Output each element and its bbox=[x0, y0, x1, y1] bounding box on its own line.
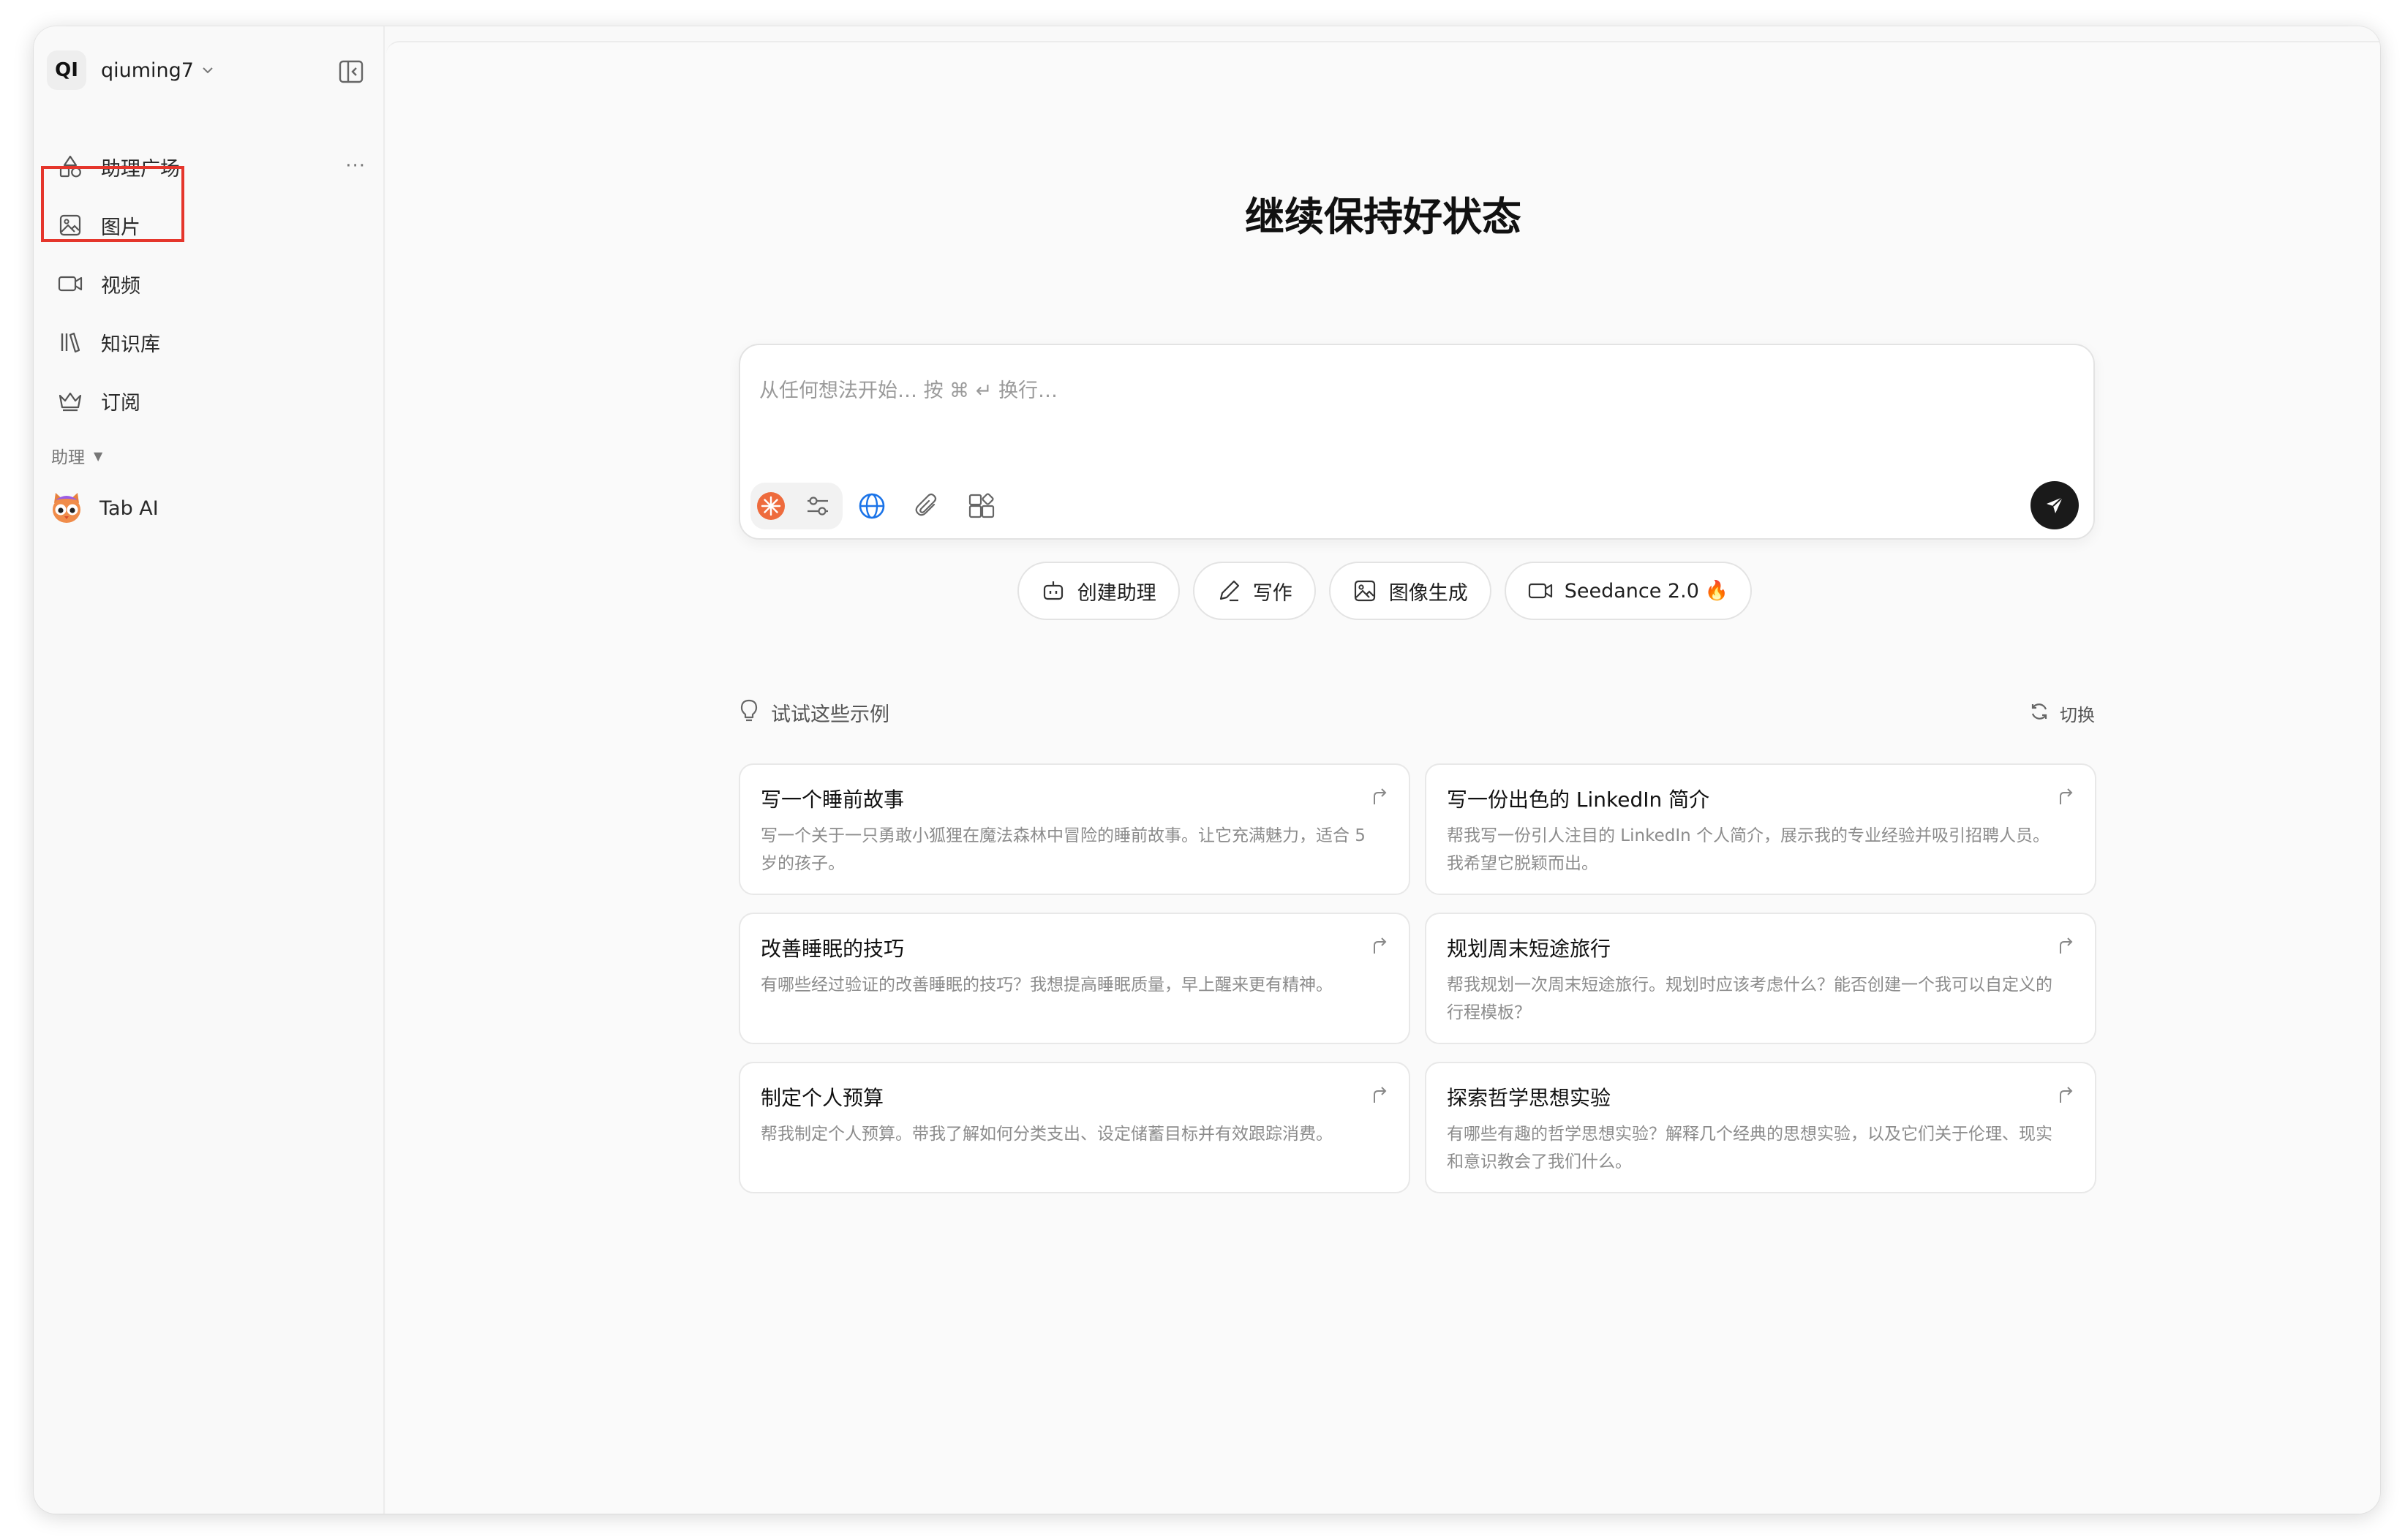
card-title: 改善睡眠的技巧 bbox=[761, 937, 905, 961]
sidebar-item-label: 订阅 bbox=[101, 391, 140, 415]
sidebar-item-subscription[interactable]: 订阅 bbox=[51, 377, 373, 424]
section-label: 助理 bbox=[51, 448, 85, 467]
model-badge-icon[interactable] bbox=[755, 490, 787, 522]
card-title: 写一份出色的 LinkedIn 简介 bbox=[1447, 788, 1710, 812]
refresh-label: 切换 bbox=[2060, 705, 2095, 725]
robot-icon bbox=[1041, 578, 1066, 603]
video-icon bbox=[56, 269, 85, 298]
card-description: 帮我制定个人预算。带我了解如何分类支出、设定储蓄目标并有效跟踪消费。 bbox=[761, 1125, 1333, 1144]
globe-icon[interactable] bbox=[856, 490, 888, 522]
example-card[interactable]: 写一个睡前故事 写一个关于一只勇敢小狐狸在魔法森林中冒险的睡前故事。让它充满魅力… bbox=[739, 763, 1410, 895]
username: qiuming7 bbox=[101, 58, 194, 82]
main-panel: 继续保持好状态 从任何想法开始… 按 ⌘ ↵ 换行… 创建助理 写作 图像生成 … bbox=[386, 41, 2380, 1514]
examples-label: 试试这些示例 bbox=[771, 703, 889, 726]
send-button[interactable] bbox=[2030, 481, 2079, 529]
image-icon bbox=[1352, 578, 1377, 603]
composer-input[interactable]: 从任何想法开始… 按 ⌘ ↵ 换行… bbox=[759, 374, 1058, 403]
card-title: 规划周末短途旅行 bbox=[1447, 937, 1611, 961]
sidebar-item-label: Tab AI bbox=[99, 497, 159, 520]
examples-header: 试试这些示例 切换 bbox=[739, 695, 2095, 730]
sidebar-item-video[interactable]: 视频 bbox=[51, 260, 373, 307]
image-generation-button[interactable]: 图像生成 bbox=[1328, 562, 1491, 620]
chat-composer[interactable]: 从任何想法开始… 按 ⌘ ↵ 换行… bbox=[739, 344, 2095, 540]
card-title: 写一个睡前故事 bbox=[761, 788, 905, 812]
apps-grid-icon[interactable] bbox=[966, 490, 998, 522]
arrow-up-right-icon bbox=[1369, 787, 1390, 807]
app-window: QI qiuming7 助理广场 ··· 图片 视频 知识库 订阅 助理 ▼ T… bbox=[34, 26, 2380, 1514]
create-assistant-button[interactable]: 创建助理 bbox=[1017, 562, 1180, 620]
example-card[interactable]: 规划周末短途旅行 帮我规划一次周末短途旅行。规划时应该考虑什么？能否创建一个我可… bbox=[1425, 913, 2096, 1044]
caret-down-icon: ▼ bbox=[94, 448, 103, 463]
video-icon bbox=[1528, 578, 1553, 603]
crown-icon bbox=[56, 386, 85, 415]
writing-button[interactable]: 写作 bbox=[1192, 562, 1316, 620]
example-cards: 写一个睡前故事 写一个关于一只勇敢小狐狸在魔法森林中冒险的睡前故事。让它充满魅力… bbox=[739, 763, 2096, 1193]
example-card[interactable]: 制定个人预算 帮我制定个人预算。带我了解如何分类支出、设定储蓄目标并有效跟踪消费… bbox=[739, 1062, 1410, 1193]
card-description: 帮我规划一次周末短途旅行。规划时应该考虑什么？能否创建一个我可以自定义的行程模板… bbox=[1447, 975, 2052, 1022]
page-title: 继续保持好状态 bbox=[1245, 194, 1521, 240]
user-avatar: QI bbox=[47, 50, 86, 90]
chip-label: 图像生成 bbox=[1388, 581, 1468, 605]
sidebar-item-label: 知识库 bbox=[101, 333, 160, 356]
quick-actions: 创建助理 写作 图像生成 Seedance 2.0 🔥 bbox=[386, 562, 2380, 620]
arrow-up-right-icon bbox=[1369, 1085, 1390, 1106]
arrow-up-right-icon bbox=[2055, 936, 2076, 956]
sidebar: QI qiuming7 助理广场 ··· 图片 视频 知识库 订阅 助理 ▼ T… bbox=[34, 26, 385, 1514]
pen-icon bbox=[1216, 578, 1241, 603]
chip-label: 创建助理 bbox=[1077, 581, 1156, 605]
card-description: 帮我写一份引人注目的 LinkedIn 个人简介，展示我的专业经验并吸引招聘人员… bbox=[1447, 826, 2050, 873]
user-menu[interactable]: QI qiuming7 bbox=[47, 48, 214, 92]
card-description: 写一个关于一只勇敢小狐狸在魔法森林中冒险的睡前故事。让它充满魅力，适合 5 岁的… bbox=[761, 826, 1366, 873]
arrow-up-right-icon bbox=[2055, 1085, 2076, 1106]
sidebar-item-tab-ai[interactable]: Tab AI bbox=[48, 484, 159, 532]
owl-avatar-icon bbox=[48, 490, 85, 526]
arrow-up-right-icon bbox=[1369, 936, 1390, 956]
settings-sliders-icon[interactable] bbox=[802, 490, 834, 522]
lightbulb-icon bbox=[739, 698, 759, 726]
sidebar-item-knowledge-base[interactable]: 知识库 bbox=[51, 319, 373, 366]
example-card[interactable]: 写一份出色的 LinkedIn 简介 帮我写一份引人注目的 LinkedIn 个… bbox=[1425, 763, 2096, 895]
chip-label: 写作 bbox=[1252, 581, 1292, 605]
assistants-section-toggle[interactable]: 助理 ▼ bbox=[51, 443, 102, 468]
sidebar-item-label: 视频 bbox=[101, 274, 140, 298]
refresh-examples-button[interactable]: 切换 bbox=[2029, 701, 2095, 726]
card-description: 有哪些经过验证的改善睡眠的技巧？我想提高睡眠质量，早上醒来更有精神。 bbox=[761, 975, 1333, 994]
card-title: 制定个人预算 bbox=[761, 1086, 884, 1110]
example-card[interactable]: 探索哲学思想实验 有哪些有趣的哲学思想实验？解释几个经典的思想实验，以及它们关于… bbox=[1425, 1062, 2096, 1193]
collapse-sidebar-icon[interactable] bbox=[338, 58, 364, 85]
example-card[interactable]: 改善睡眠的技巧 有哪些经过验证的改善睡眠的技巧？我想提高睡眠质量，早上醒来更有精… bbox=[739, 913, 1410, 1044]
library-icon bbox=[56, 328, 85, 357]
more-options-icon[interactable]: ··· bbox=[345, 155, 366, 177]
card-title: 探索哲学思想实验 bbox=[1447, 1086, 1611, 1110]
highlight-annotation bbox=[41, 166, 184, 242]
seedance-button[interactable]: Seedance 2.0 🔥 bbox=[1504, 562, 1753, 620]
refresh-icon bbox=[2029, 701, 2050, 726]
arrow-up-right-icon bbox=[2055, 787, 2076, 807]
card-description: 有哪些有趣的哲学思想实验？解释几个经典的思想实验，以及它们关于伦理、现实和意识教… bbox=[1447, 1125, 2052, 1171]
flame-icon: 🔥 bbox=[1704, 580, 1729, 602]
chevron-down-icon bbox=[201, 63, 214, 78]
send-icon bbox=[2047, 497, 2063, 513]
chip-label: Seedance 2.0 bbox=[1564, 579, 1699, 603]
paperclip-icon[interactable] bbox=[911, 490, 944, 522]
